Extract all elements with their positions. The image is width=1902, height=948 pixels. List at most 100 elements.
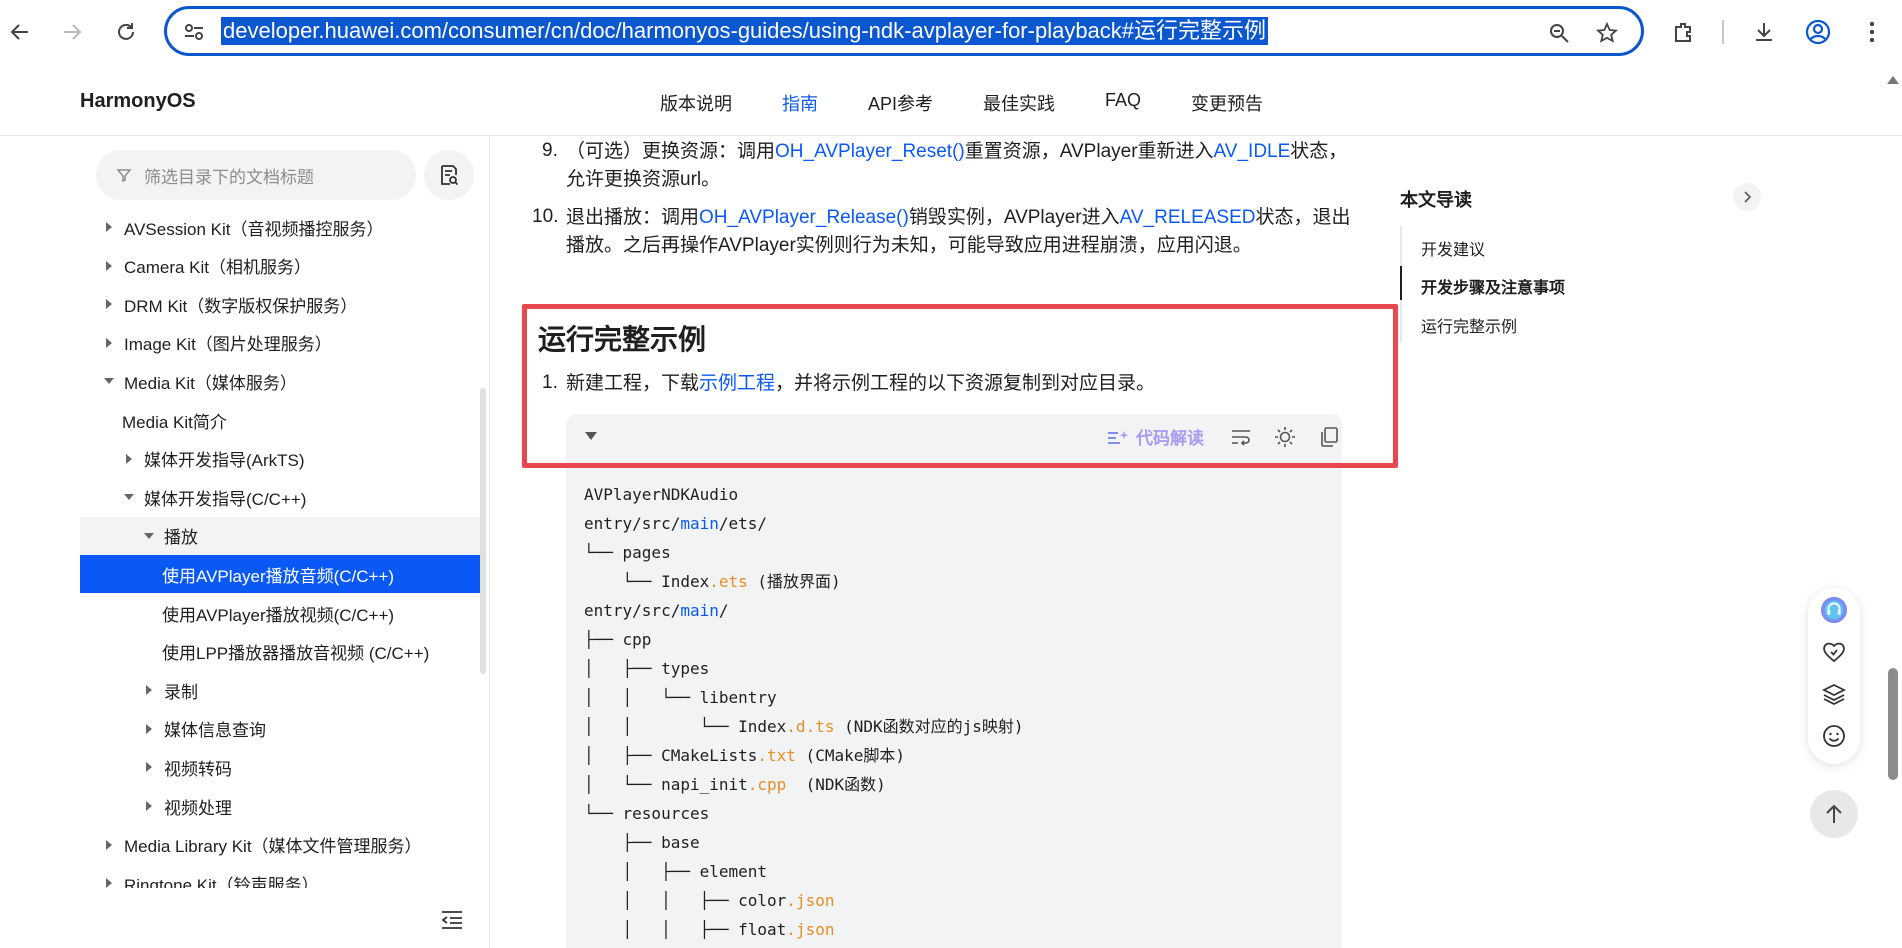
sidebar-item[interactable]: 视频转码 [80,748,480,786]
step-9-text-part: 重置资源，AVPlayer重新进入 [964,141,1214,162]
bookmark-star-icon[interactable] [1593,19,1621,47]
link-av-released[interactable]: AV_RELEASED [1120,207,1256,228]
sidebar-item[interactable]: Media Kit简介 [80,401,480,439]
toc-toggle-button[interactable] [1733,183,1761,211]
sidebar-item[interactable]: 媒体开发指导(C/C++) [80,478,480,516]
arrow-right-icon [64,24,82,40]
main-content: 9. （可选）更换资源：调用OH_AVPlayer_Reset()重置资源，AV… [490,136,1390,948]
collapse-sidebar-icon[interactable] [438,906,466,934]
toc-item-dev-advice[interactable]: 开发建议 [1421,236,1485,260]
url-text[interactable]: developer.huawei.com/consumer/cn/doc/har… [221,17,1269,45]
sidebar-item-label: DRM Kit（数字版权保护服务） [124,296,358,316]
sidebar-item[interactable]: 媒体信息查询 [80,710,480,748]
caret-right-icon[interactable] [142,801,156,811]
caret-right-icon[interactable] [102,839,116,850]
extensions-icon[interactable] [1668,16,1700,48]
feedback-heart-icon[interactable] [1820,638,1848,666]
sidebar-item[interactable]: Media Library Kit（媒体文件管理服务） [80,826,480,864]
caret-right-icon[interactable] [142,685,156,696]
zoom-icon[interactable] [1545,19,1573,47]
layers-icon[interactable] [1820,680,1848,708]
highlight-annotation-box [522,304,1398,468]
nav-release-notes[interactable]: 版本说明 [660,90,732,116]
link-oh-avplayer-reset[interactable]: OH_AVPlayer_Reset() [775,141,965,162]
caret-down-icon[interactable] [142,532,156,540]
caret-right-icon[interactable] [102,878,116,888]
caret-right-icon[interactable] [102,222,116,232]
site-settings-icon[interactable] [181,19,207,45]
code-token: .ets [709,572,748,591]
arrow-up-icon [1826,804,1842,823]
page-scroll-up-icon[interactable] [1886,72,1900,90]
toolbar-separator [1722,20,1724,44]
step-9-text: （可选）更换资源：调用OH_AVPlayer_Reset()重置资源，AVPla… [566,138,1347,166]
reload-button[interactable] [108,14,144,50]
sidebar-item[interactable]: 使用LPP播放器播放音视频 (C/C++) [80,633,480,671]
code-token: │ │ └── libentry [584,688,777,707]
code-line: │ │ ├── color.json [584,886,1024,915]
address-bar[interactable]: developer.huawei.com/consumer/cn/doc/har… [164,6,1644,56]
smiley-icon[interactable] [1820,722,1848,750]
caret-down-icon[interactable] [102,377,116,385]
caret-down-icon[interactable] [122,493,136,501]
doc-tree: AVSession Kit（音视频播控服务） Camera Kit（相机服务） DR… [80,208,480,888]
link-oh-avplayer-release[interactable]: OH_AVPlayer_Release() [699,207,909,228]
sidebar-scrollbar[interactable] [480,388,486,674]
brand-logo[interactable]: HarmonyOS [80,90,196,113]
code-token: │ │ └── Index [584,717,787,736]
reload-icon [118,23,134,40]
sidebar-item[interactable]: 视频处理 [80,787,480,825]
nav-faq[interactable]: FAQ [1105,90,1141,116]
code-line: entry/src/main/ [584,596,1024,625]
doc-filter-button[interactable] [424,150,474,200]
nav-best-practices[interactable]: 最佳实践 [983,90,1055,116]
sidebar-item-label: Ringtone Kit（铃声服务） [124,875,319,888]
nav-guides[interactable]: 指南 [782,90,818,116]
sidebar-item[interactable]: Media Kit（媒体服务） [80,362,480,400]
sidebar-item[interactable]: 媒体开发指导(ArkTS) [80,440,480,478]
sidebar-item[interactable]: Image Kit（图片处理服务） [80,324,480,362]
caret-right-icon[interactable] [142,723,156,734]
nav-change-notice[interactable]: 变更预告 [1191,90,1263,116]
forward-button[interactable] [54,14,90,50]
caret-right-icon[interactable] [102,260,116,271]
toc-item-full-sample[interactable]: 运行完整示例 [1421,313,1517,337]
code-token: (CMake脚本) [795,746,905,765]
step-9-text-part: （可选）更换资源：调用 [566,141,776,162]
menu-kebab-icon[interactable] [1856,16,1888,48]
sidebar-item-label: Media Kit（媒体服务） [124,373,297,393]
code-line: │ │ ├── float.json [584,915,1024,944]
step-10-text-line2: 播放。之后再操作AVPlayer实例则行为未知，可能导致应用进程崩溃，应用闪退。 [566,235,1252,256]
sidebar-item[interactable]: AVSession Kit（音视频播控服务） [80,208,480,246]
sidebar-item-label: 使用AVPlayer播放视频(C/C++) [162,605,395,625]
profile-icon[interactable] [1802,16,1834,48]
sidebar-item[interactable]: DRM Kit（数字版权保护服务） [80,285,480,323]
sidebar-item[interactable]: Camera Kit（相机服务） [80,247,480,285]
download-icon[interactable] [1748,16,1780,48]
back-button[interactable] [2,14,38,50]
caret-right-icon[interactable] [102,337,116,348]
caret-right-icon[interactable] [102,299,116,310]
sidebar-item[interactable]: Ringtone Kit（铃声服务） [80,864,480,888]
sidebar-item[interactable]: 使用AVPlayer播放音频(C/C++) [80,555,480,594]
code-token: / [718,601,729,620]
step-number: 9. [542,140,558,161]
toc-item-dev-steps[interactable]: 开发步骤及注意事项 [1421,274,1565,298]
link-av-idle[interactable]: AV_IDLE [1214,141,1291,162]
nav-api-reference[interactable]: API参考 [868,90,933,116]
step-9-text-line2: 允许更换资源url。 [566,169,721,190]
caret-right-icon[interactable] [142,762,156,773]
sidebar-item-label: 媒体开发指导(C/C++) [144,489,307,509]
sidebar-item[interactable]: 使用AVPlayer播放视频(C/C++) [80,594,480,632]
sidebar-item[interactable]: 录制 [80,671,480,709]
filter-input[interactable]: 筛选目录下的文档标题 [96,150,416,200]
sidebar-item[interactable]: 播放 [80,516,480,555]
customer-service-icon[interactable] [1820,596,1848,624]
code-token: .d.ts [786,717,835,736]
code-token: .cpp [747,775,787,794]
code-token: │ ├── CMakeLists [584,746,758,765]
page-scrollbar[interactable] [1888,668,1898,780]
back-to-top-button[interactable] [1810,790,1858,838]
code-line: │ └── napi_init.cpp (NDK函数) [584,770,1024,799]
caret-right-icon[interactable] [122,453,136,464]
